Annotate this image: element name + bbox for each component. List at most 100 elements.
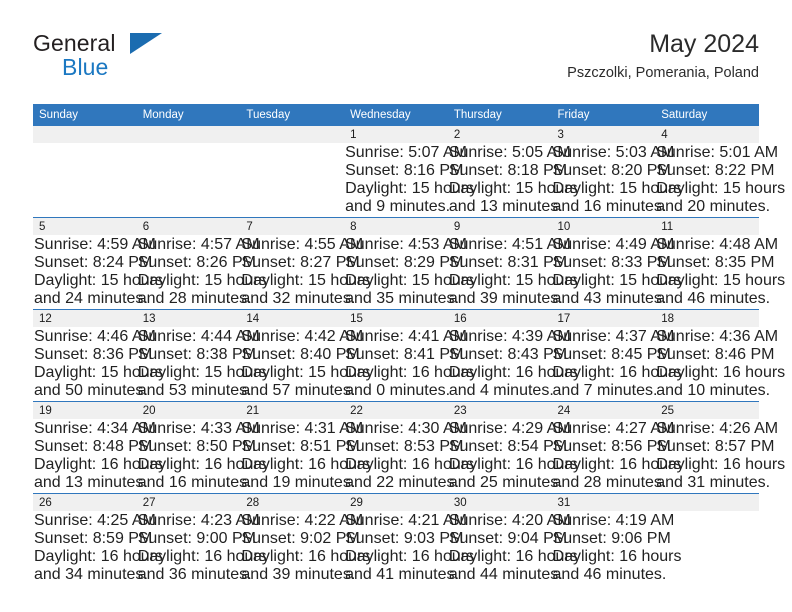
- day-detail-line: Daylight: 16 hours: [448, 456, 578, 473]
- day-number-empty: [240, 126, 345, 143]
- day-detail-line: and 16 minutes.: [137, 474, 252, 491]
- day-detail-line: and 46 minutes.: [552, 566, 667, 583]
- day-detail-line: and 32 minutes.: [241, 290, 356, 307]
- day-cell[interactable]: Sunrise: 4:27 AM Sunset: 8:56 PM Daylight:…: [552, 419, 682, 494]
- day-number[interactable]: 23: [447, 401, 552, 419]
- day-detail-line: and 4 minutes.: [448, 382, 554, 399]
- day-number[interactable]: 18: [655, 309, 759, 327]
- day-cell[interactable]: Sunrise: 4:29 AM Sunset: 8:54 PM Daylight:…: [448, 419, 578, 494]
- day-detail-line: Sunset: 8:26 PM: [137, 254, 256, 271]
- day-detail-line: and 39 minutes.: [241, 566, 356, 583]
- day-cell[interactable]: Sunrise: 4:44 AM Sunset: 8:38 PM Daylight:…: [137, 327, 267, 402]
- day-cell[interactable]: Sunrise: 4:34 AM Sunset: 8:48 PM Daylight:…: [33, 419, 163, 494]
- day-number[interactable]: 1: [344, 126, 448, 143]
- day-detail-line: Daylight: 16 hours: [552, 548, 682, 565]
- day-cell[interactable]: Sunrise: 4:57 AM Sunset: 8:26 PM Daylight:…: [137, 235, 267, 310]
- day-number[interactable]: 3: [551, 126, 656, 143]
- day-number[interactable]: 28: [240, 493, 345, 511]
- day-cell[interactable]: Sunrise: 4:59 AM Sunset: 8:24 PM Daylight:…: [33, 235, 163, 310]
- day-number[interactable]: 13: [136, 309, 241, 327]
- day-cell[interactable]: Sunrise: 4:42 AM Sunset: 8:40 PM Daylight:…: [240, 327, 370, 402]
- day-number[interactable]: 7: [240, 217, 345, 235]
- day-number[interactable]: 22: [344, 401, 448, 419]
- day-detail-line: Daylight: 15 hours: [137, 272, 267, 289]
- day-cell[interactable]: Sunrise: 4:48 AM Sunset: 8:35 PM Daylight:…: [655, 235, 785, 310]
- day-detail-line: Sunrise: 4:41 AM: [345, 328, 467, 345]
- day-cell[interactable]: Sunrise: 4:19 AM Sunset: 9:06 PM Daylight:…: [552, 511, 682, 585]
- day-cell[interactable]: Sunrise: 4:31 AM Sunset: 8:51 PM Daylight:…: [240, 419, 370, 494]
- calendar-week-details: Sunrise: 4:59 AM Sunset: 8:24 PM Daylight:…: [33, 235, 785, 310]
- day-number[interactable]: 26: [33, 493, 137, 511]
- day-cell[interactable]: Sunrise: 5:01 AM Sunset: 8:22 PM Daylight:…: [655, 143, 785, 218]
- day-number[interactable]: 25: [655, 401, 759, 419]
- day-cell[interactable]: Sunrise: 4:33 AM Sunset: 8:50 PM Daylight:…: [137, 419, 267, 494]
- day-detail-line: Sunset: 8:33 PM: [552, 254, 671, 271]
- day-number[interactable]: 2: [447, 126, 552, 143]
- day-number[interactable]: 17: [551, 309, 656, 327]
- day-detail-line: Sunset: 9:00 PM: [137, 530, 256, 547]
- day-detail-line: Sunrise: 4:55 AM: [241, 236, 364, 253]
- day-cell[interactable]: Sunrise: 4:39 AM Sunset: 8:43 PM Daylight:…: [448, 327, 578, 402]
- day-detail-line: Sunset: 8:16 PM: [345, 162, 464, 179]
- day-number[interactable]: 19: [33, 401, 137, 419]
- day-detail-line: Daylight: 15 hours: [552, 272, 682, 289]
- day-detail-line: and 34 minutes.: [34, 566, 148, 583]
- day-cell[interactable]: Sunrise: 4:20 AM Sunset: 9:04 PM Daylight:…: [448, 511, 578, 585]
- day-cell[interactable]: Sunrise: 4:22 AM Sunset: 9:02 PM Daylight:…: [240, 511, 370, 585]
- day-number[interactable]: 10: [551, 217, 656, 235]
- day-number[interactable]: 29: [344, 493, 448, 511]
- day-number[interactable]: 16: [447, 309, 552, 327]
- day-number[interactable]: 30: [447, 493, 552, 511]
- day-cell[interactable]: Sunrise: 4:25 AM Sunset: 8:59 PM Daylight:…: [33, 511, 163, 585]
- day-cell[interactable]: Sunrise: 5:07 AM Sunset: 8:16 PM Daylight:…: [344, 143, 475, 218]
- day-detail-line: Sunrise: 4:31 AM: [241, 420, 364, 437]
- day-number[interactable]: 11: [655, 217, 759, 235]
- day-detail-line: and 24 minutes.: [34, 290, 148, 307]
- day-number[interactable]: 8: [344, 217, 448, 235]
- day-number[interactable]: 4: [655, 126, 759, 143]
- day-number[interactable]: 12: [33, 309, 137, 327]
- day-number[interactable]: 9: [447, 217, 552, 235]
- day-number[interactable]: 15: [344, 309, 448, 327]
- day-detail-line: Sunrise: 4:37 AM: [552, 328, 675, 345]
- day-detail-line: Sunset: 8:20 PM: [552, 162, 671, 179]
- day-detail-line: Daylight: 15 hours: [34, 364, 163, 381]
- day-detail-line: Daylight: 16 hours: [345, 456, 475, 473]
- day-number[interactable]: 24: [551, 401, 656, 419]
- day-detail-line: Sunset: 8:50 PM: [137, 438, 256, 455]
- day-detail-line: and 39 minutes.: [448, 290, 563, 307]
- day-detail-line: Sunrise: 4:46 AM: [34, 328, 156, 345]
- day-cell[interactable]: Sunrise: 4:26 AM Sunset: 8:57 PM Daylight:…: [655, 419, 785, 494]
- day-cell[interactable]: Sunrise: 4:41 AM Sunset: 8:41 PM Daylight:…: [344, 327, 474, 402]
- day-detail-line: Daylight: 15 hours: [345, 180, 475, 197]
- day-number[interactable]: 31: [551, 493, 656, 511]
- day-cell[interactable]: Sunrise: 4:36 AM Sunset: 8:46 PM Daylight:…: [655, 327, 785, 402]
- day-cell[interactable]: Sunrise: 4:55 AM Sunset: 8:27 PM Daylight:…: [240, 235, 370, 310]
- day-number[interactable]: 20: [136, 401, 241, 419]
- day-cell[interactable]: Sunrise: 5:03 AM Sunset: 8:20 PM Daylight:…: [552, 143, 682, 218]
- day-detail-line: Sunset: 8:35 PM: [656, 254, 775, 271]
- day-cell[interactable]: Sunrise: 5:05 AM Sunset: 8:18 PM Daylight:…: [448, 143, 578, 218]
- day-cell[interactable]: Sunrise: 4:30 AM Sunset: 8:53 PM Daylight:…: [344, 419, 475, 494]
- day-detail-line: Sunset: 8:27 PM: [241, 254, 360, 271]
- day-detail-line: Daylight: 16 hours: [448, 364, 578, 381]
- day-number[interactable]: 21: [240, 401, 345, 419]
- day-detail-line: Sunrise: 5:05 AM: [448, 144, 571, 161]
- day-cell[interactable]: Sunrise: 4:21 AM Sunset: 9:03 PM Daylight:…: [344, 511, 474, 585]
- day-cell[interactable]: Sunrise: 4:46 AM Sunset: 8:36 PM Daylight:…: [33, 327, 163, 402]
- day-cell[interactable]: Sunrise: 4:49 AM Sunset: 8:33 PM Daylight:…: [552, 235, 682, 310]
- day-number[interactable]: 14: [240, 309, 345, 327]
- day-number[interactable]: 6: [136, 217, 241, 235]
- day-detail-line: Sunrise: 4:26 AM: [656, 420, 779, 437]
- day-cell[interactable]: Sunrise: 4:37 AM Sunset: 8:45 PM Daylight:…: [552, 327, 682, 402]
- day-cell[interactable]: Sunrise: 4:23 AM Sunset: 9:00 PM Daylight:…: [137, 511, 267, 585]
- day-detail-line: Sunset: 8:43 PM: [448, 346, 568, 363]
- day-number[interactable]: 5: [33, 217, 137, 235]
- day-number[interactable]: 27: [136, 493, 241, 511]
- brand-logo[interactable]: General Blue: [33, 28, 253, 84]
- day-detail-line: Sunrise: 4:34 AM: [34, 420, 156, 437]
- calendar-week-details: Sunrise: 4:34 AM Sunset: 8:48 PM Daylight:…: [33, 419, 785, 494]
- day-cell[interactable]: Sunrise: 4:51 AM Sunset: 8:31 PM Daylight:…: [448, 235, 578, 310]
- brand-name-blue: Blue: [62, 54, 109, 80]
- day-cell[interactable]: Sunrise: 4:53 AM Sunset: 8:29 PM Daylight:…: [344, 235, 474, 310]
